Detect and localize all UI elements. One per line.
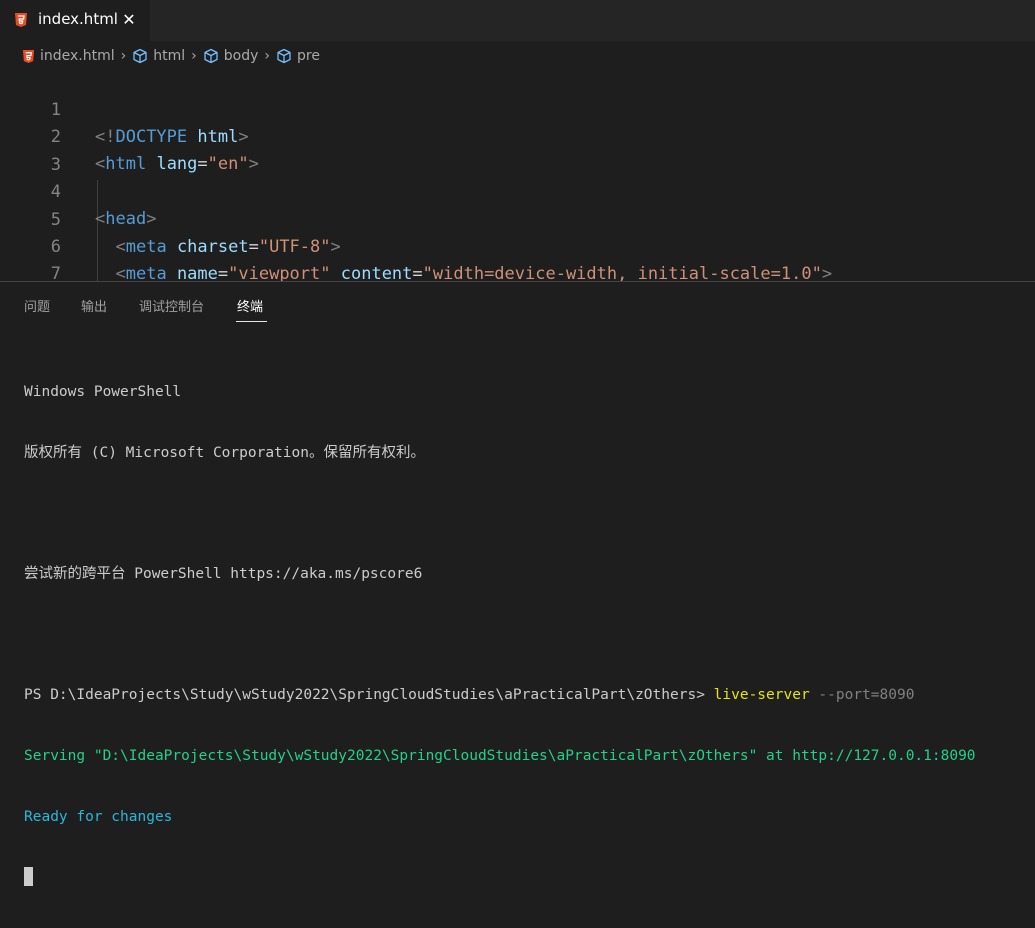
- terminal-serving-line: Serving "D:\IdeaProjects\Study\wStudy202…: [24, 747, 976, 764]
- code-line[interactable]: 7 <meta http-equiv="X-UA-Compatible" con…: [0, 234, 1035, 281]
- terminal-line: 尝试新的跨平台 PowerShell https://aka.ms/pscore…: [24, 566, 423, 583]
- close-icon[interactable]: ✕: [121, 11, 137, 29]
- breadcrumb-item-file[interactable]: index.html: [22, 48, 115, 64]
- breadcrumb-separator: ›: [264, 48, 270, 64]
- symbol-cube-icon: [133, 48, 147, 64]
- breadcrumb-label: pre: [297, 48, 320, 64]
- terminal-line: Windows PowerShell: [24, 384, 182, 401]
- tab-label: index.html: [38, 10, 118, 28]
- html5-file-icon: [22, 49, 35, 63]
- breadcrumb-label: index.html: [40, 48, 115, 64]
- breadcrumb-item-pre[interactable]: pre: [276, 48, 320, 64]
- html5-file-icon: [15, 13, 27, 27]
- terminal-output[interactable]: Windows PowerShell 版权所有 (C) Microsoft Co…: [24, 342, 976, 928]
- terminal-input-line[interactable]: [24, 867, 976, 887]
- code-line[interactable]: 1 <!DOCTYPE html>: [0, 70, 1035, 147]
- breadcrumb-separator: ›: [191, 48, 197, 64]
- terminal-prompt: PS D:\IdeaProjects\Study\wStudy2022\Spri…: [24, 687, 714, 704]
- terminal-line: 版权所有 (C) Microsoft Corporation。保留所有权利。: [24, 445, 425, 461]
- code-line[interactable]: 8 <title>Document</title>: [0, 262, 1035, 281]
- code-line[interactable]: 2 <html lang="en">: [0, 97, 1035, 174]
- tab-output[interactable]: 输出: [81, 296, 107, 315]
- tab-index-html[interactable]: index.html ✕: [0, 0, 150, 41]
- breadcrumb: index.html › html › body › pre: [0, 41, 1035, 71]
- terminal-cursor: [24, 867, 33, 887]
- code-line[interactable]: 6 <meta name="viewport" content="width=d…: [0, 207, 1035, 281]
- terminal-command: live-server: [713, 687, 810, 704]
- tab-terminal[interactable]: 终端: [237, 296, 263, 315]
- terminal-command-args: --port=8090: [809, 687, 915, 704]
- code-editor[interactable]: 1 <!DOCTYPE html> 2 <html lang="en"> 3 4…: [0, 70, 1035, 281]
- code-line[interactable]: 4 <head>: [0, 152, 1035, 229]
- terminal-prompt-line: PS D:\IdeaProjects\Study\wStudy2022\Spri…: [24, 685, 976, 705]
- terminal-ready-line: Ready for changes: [24, 808, 173, 825]
- breadcrumb-item-html[interactable]: html: [132, 48, 185, 64]
- breadcrumb-item-body[interactable]: body: [203, 48, 259, 64]
- symbol-cube-icon: [277, 48, 291, 64]
- tab-problems[interactable]: 问题: [24, 296, 50, 315]
- symbol-cube-icon: [204, 48, 218, 64]
- breadcrumb-label: body: [223, 48, 259, 64]
- breadcrumb-label: html: [153, 48, 186, 64]
- breadcrumb-separator: ›: [120, 48, 127, 64]
- tab-debug-console[interactable]: 调试控制台: [139, 296, 204, 315]
- editor-tab-bar: index.html ✕: [0, 0, 1035, 41]
- panel-tab-bar: 问题 输出 调试控制台 终端: [0, 282, 1035, 324]
- code-line[interactable]: 3: [0, 125, 1035, 175]
- bottom-panel: 问题 输出 调试控制台 终端 Windows PowerShell 版权所有 (…: [0, 281, 1035, 887]
- code-line[interactable]: 5 <meta charset="UTF-8">: [0, 180, 1035, 257]
- active-tab-indicator: [236, 321, 267, 322]
